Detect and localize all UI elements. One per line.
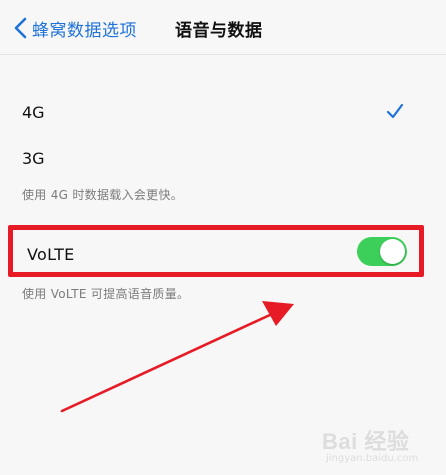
page-title: 语音与数据 — [175, 21, 263, 41]
volte-label: VoLTE — [27, 245, 75, 264]
network-hint: 使用 4G 时数据载入会更快。 — [22, 188, 184, 202]
option-4g[interactable]: 4G — [22, 103, 45, 122]
back-button[interactable]: 蜂窝数据选项 — [12, 15, 137, 41]
chevron-left-icon — [14, 17, 27, 39]
volte-row-highlight: VoLTE — [8, 225, 424, 277]
checkmark-icon — [386, 103, 404, 119]
toggle-knob — [380, 239, 405, 264]
watermark-logo: Bai 经验 — [322, 429, 410, 454]
back-button-label: 蜂窝数据选项 — [32, 20, 137, 41]
navigation-bar: 蜂窝数据选项 语音与数据 — [0, 0, 446, 55]
watermark: Bai 经验 jingyan.baidu.com — [322, 424, 432, 470]
option-3g[interactable]: 3G — [22, 149, 45, 168]
volte-toggle[interactable] — [357, 237, 407, 266]
settings-content: 4G 3G 使用 4G 时数据载入会更快。 VoLTE 使用 VoLTE 可提高… — [0, 55, 446, 475]
watermark-url: jingyan.baidu.com — [326, 453, 419, 464]
volte-hint: 使用 VoLTE 可提高语音质量。 — [22, 287, 190, 301]
